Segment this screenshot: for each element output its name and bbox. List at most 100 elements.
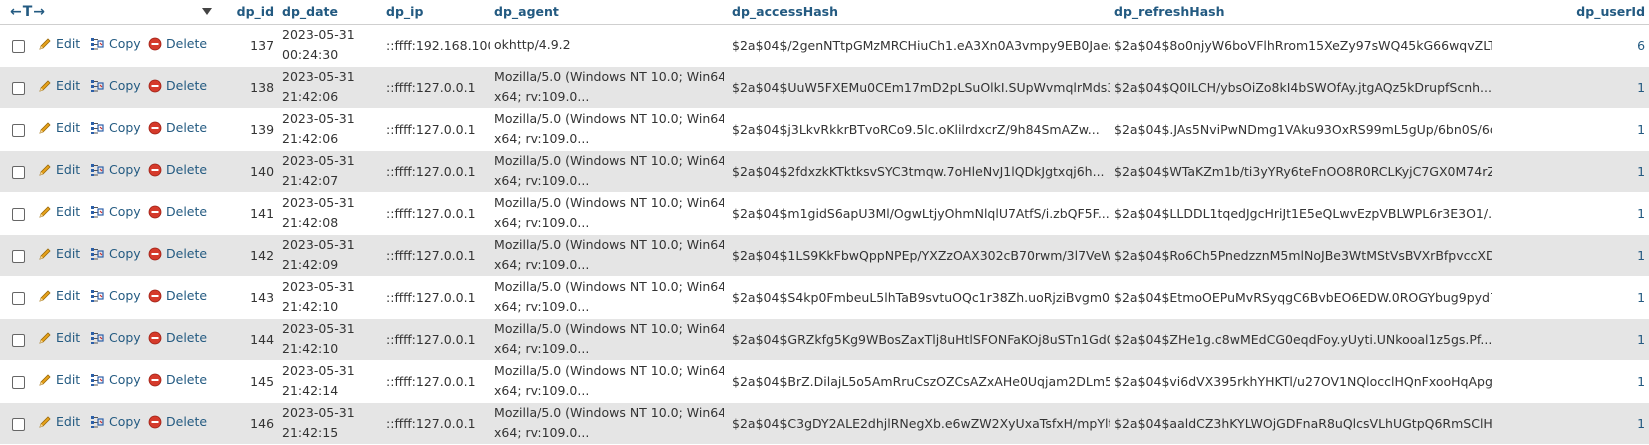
edit-icon (39, 416, 51, 428)
cell-dp-date: 2023-05-31 21:42:15 (278, 402, 383, 445)
delete-cell: Delete (144, 276, 223, 319)
edit-button[interactable]: Edit (38, 372, 80, 387)
table-row: Edit Copy Delete 142 2023-05-31 21:42:09::fff… (0, 234, 1649, 277)
agent-line-2: x64; rv:109.0... (494, 383, 590, 398)
row-select-cell (0, 402, 34, 445)
delete-button[interactable]: Delete (148, 372, 207, 387)
row-checkbox[interactable] (12, 291, 25, 305)
edit-cell: Edit (34, 66, 86, 109)
copy-label: Copy (109, 36, 141, 52)
cell-dp-userid-link[interactable]: 1 (1492, 318, 1649, 361)
delete-button[interactable]: Delete (148, 36, 207, 51)
column-header-dp-refreshhash[interactable]: dp_refreshHash (1110, 0, 1493, 25)
row-checkbox[interactable] (12, 165, 25, 179)
column-header-dp-agent[interactable]: dp_agent (490, 0, 729, 25)
cell-dp-userid-link[interactable]: 1 (1492, 192, 1649, 235)
time-value: 21:42:15 (282, 425, 339, 440)
cell-dp-date: 2023-05-31 21:42:07 (278, 150, 383, 193)
cell-dp-userid-link[interactable]: 1 (1492, 150, 1649, 193)
copy-button[interactable]: Copy (90, 78, 141, 93)
arrow-right-icon[interactable]: → (33, 4, 46, 20)
delete-button[interactable]: Delete (148, 162, 207, 177)
row-checkbox[interactable] (12, 417, 25, 431)
row-checkbox[interactable] (12, 375, 25, 389)
copy-button[interactable]: Copy (90, 120, 141, 135)
edit-label: Edit (56, 414, 81, 430)
delete-button[interactable]: Delete (148, 414, 207, 429)
edit-button[interactable]: Edit (38, 204, 80, 219)
delete-button[interactable]: Delete (148, 288, 207, 303)
column-header-dp-accesshash[interactable]: dp_accessHash (728, 0, 1111, 25)
edit-icon (39, 290, 51, 302)
edit-button[interactable]: Edit (38, 330, 80, 345)
edit-button[interactable]: Edit (38, 288, 80, 303)
column-header-dp-date[interactable]: dp_date (278, 0, 383, 25)
cell-dp-userid-link[interactable]: 1 (1492, 276, 1649, 319)
agent-line-1: Mozilla/5.0 (Windows NT 10.0; Win64; (494, 279, 725, 294)
column-toggle-icon[interactable]: T (23, 4, 34, 20)
edit-button[interactable]: Edit (38, 162, 80, 177)
agent-line-1: Mozilla/5.0 (Windows NT 10.0; Win64; (494, 69, 725, 84)
arrow-left-icon[interactable]: ← (10, 4, 23, 20)
cell-dp-date: 2023-05-31 21:42:14 (278, 360, 383, 403)
column-header-dp-id[interactable]: dp_id (222, 0, 279, 25)
copy-cell: Copy (86, 192, 144, 235)
time-value: 21:42:08 (282, 215, 339, 230)
delete-button[interactable]: Delete (148, 246, 207, 261)
cell-dp-id: 141 (222, 192, 279, 235)
delete-cell: Delete (144, 234, 223, 277)
results-table: ←T→ dp_id dp_date dp_ip dp_agent dp_acce… (0, 0, 1649, 445)
delete-button[interactable]: Delete (148, 78, 207, 93)
copy-button[interactable]: Copy (90, 36, 141, 51)
edit-button[interactable]: Edit (38, 36, 80, 51)
copy-button[interactable]: Copy (90, 162, 141, 177)
cell-dp-userid-link[interactable]: 1 (1492, 66, 1649, 109)
delete-cell: Delete (144, 24, 223, 67)
row-checkbox[interactable] (12, 333, 25, 347)
edit-label: Edit (56, 246, 81, 262)
copy-button[interactable]: Copy (90, 372, 141, 387)
row-select-cell (0, 150, 34, 193)
copy-button[interactable]: Copy (90, 204, 141, 219)
table-row: Edit Copy Delete 137 2023-05-31 00:24:30::fff… (0, 24, 1649, 67)
time-value: 21:42:07 (282, 173, 339, 188)
cell-dp-userid-link[interactable]: 1 (1492, 402, 1649, 445)
delete-label: Delete (166, 204, 208, 220)
delete-cell: Delete (144, 150, 223, 193)
row-checkbox[interactable] (12, 39, 25, 53)
cell-dp-userid-link[interactable]: 1 (1492, 234, 1649, 277)
cell-dp-date: 2023-05-31 21:42:08 (278, 192, 383, 235)
edit-button[interactable]: Edit (38, 120, 80, 135)
edit-cell: Edit (34, 360, 86, 403)
cell-dp-userid-link[interactable]: 1 (1492, 108, 1649, 151)
edit-icon (39, 206, 51, 218)
edit-button[interactable]: Edit (38, 414, 80, 429)
cell-dp-userid-link[interactable]: 1 (1492, 360, 1649, 403)
column-header-dp-ip[interactable]: dp_ip (382, 0, 491, 25)
delete-button[interactable]: Delete (148, 204, 207, 219)
row-checkbox[interactable] (12, 207, 25, 221)
column-header-dp-userid[interactable]: dp_userId (1492, 0, 1649, 25)
cell-dp-accesshash: $2a$04$S4kp0FmbeuL5lhTaB9svtuOQc1r38Zh.u… (728, 276, 1111, 319)
copy-button[interactable]: Copy (90, 330, 141, 345)
agent-line-1: Mozilla/5.0 (Windows NT 10.0; Win64; (494, 195, 725, 210)
edit-label: Edit (56, 288, 81, 304)
date-value: 2023-05-31 (282, 195, 355, 210)
copy-button[interactable]: Copy (90, 414, 141, 429)
copy-label: Copy (109, 78, 141, 94)
delete-button[interactable]: Delete (148, 330, 207, 345)
column-arrows-header[interactable]: ←T→ (0, 0, 223, 25)
copy-button[interactable]: Copy (90, 288, 141, 303)
edit-button[interactable]: Edit (38, 78, 80, 93)
row-checkbox[interactable] (12, 81, 25, 95)
delete-icon (148, 121, 162, 135)
copy-button[interactable]: Copy (90, 246, 141, 261)
sort-desc-icon[interactable] (202, 4, 216, 19)
copy-icon (91, 415, 104, 428)
edit-button[interactable]: Edit (38, 246, 80, 261)
row-checkbox[interactable] (12, 249, 25, 263)
cell-dp-ip: ::ffff:127.0.0.1 (382, 402, 491, 445)
delete-button[interactable]: Delete (148, 120, 207, 135)
cell-dp-userid-link[interactable]: 6 (1492, 24, 1649, 67)
row-checkbox[interactable] (12, 123, 25, 137)
